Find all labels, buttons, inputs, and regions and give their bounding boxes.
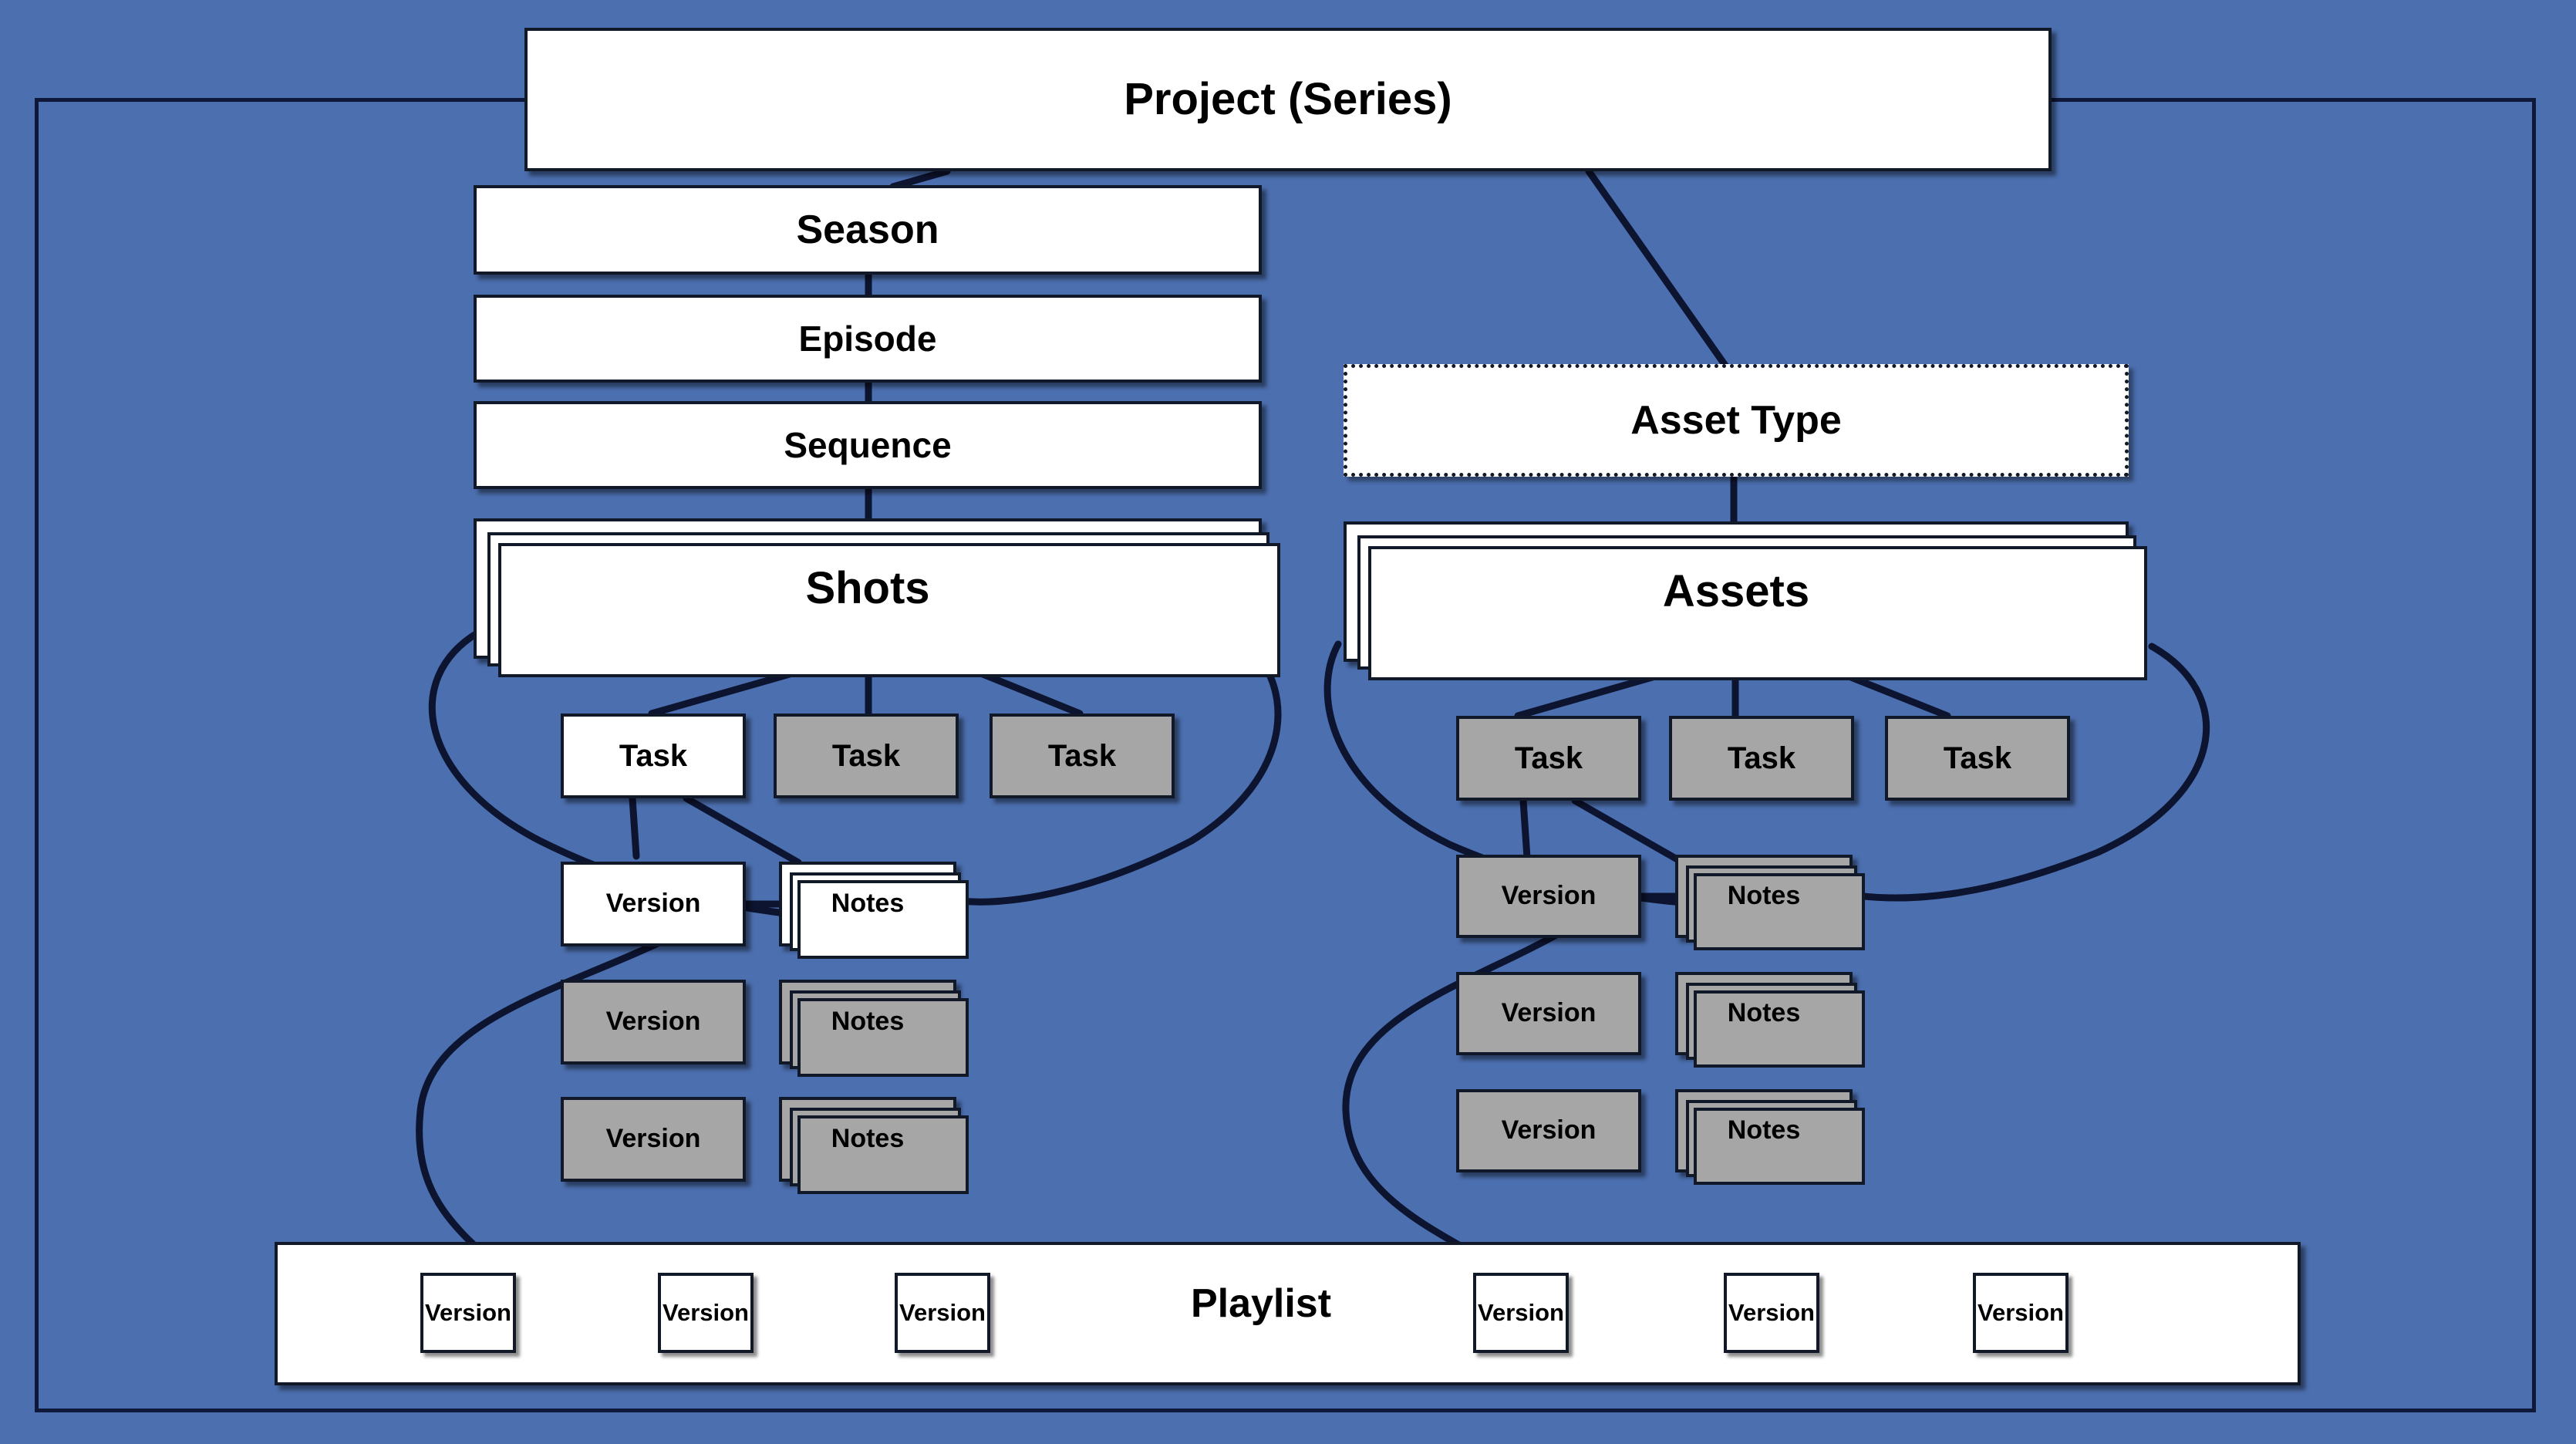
playlist-version-left-2[interactable]: Version: [658, 1273, 754, 1353]
node-assets-notes-3[interactable]: Notes: [1675, 1089, 1853, 1172]
node-shots-notes-1[interactable]: Notes: [779, 862, 956, 946]
edge-version-playlist-left: [416, 906, 721, 1280]
edge-task-version-right: [1519, 797, 1531, 862]
node-project[interactable]: Project (Series): [524, 28, 2052, 171]
diagram-canvas: Project (Series) Season Episode Sequence…: [0, 0, 2576, 1444]
edge-task-notes-left: [683, 795, 802, 866]
node-episode[interactable]: Episode: [474, 295, 1262, 383]
node-assets-task-2[interactable]: Task: [1669, 716, 1854, 801]
node-assets-task-3[interactable]: Task: [1885, 716, 2070, 801]
playlist-version-left-3[interactable]: Version: [895, 1273, 990, 1353]
edge-project-season: [889, 167, 951, 191]
node-sequence[interactable]: Sequence: [474, 401, 1262, 489]
node-shots-notes-3[interactable]: Notes: [779, 1097, 956, 1182]
node-asset-type[interactable]: Asset Type: [1344, 364, 2129, 477]
node-shots-version-3[interactable]: Version: [561, 1097, 746, 1182]
outer-frame-border: [35, 98, 2536, 1412]
connector-lines: [416, 167, 2210, 1280]
node-assets-notes-2[interactable]: Notes: [1675, 972, 1853, 1055]
node-assets-version-1[interactable]: Version: [1456, 855, 1641, 938]
edge-project-assettype: [1585, 167, 1731, 373]
playlist-version-right-3[interactable]: Version: [1973, 1273, 2069, 1353]
node-shots-task-1[interactable]: Task: [561, 714, 746, 798]
node-season[interactable]: Season: [474, 185, 1262, 275]
node-assets-version-3[interactable]: Version: [1456, 1089, 1641, 1172]
node-assets[interactable]: Assets: [1344, 521, 2129, 662]
node-shots-version-1[interactable]: Version: [561, 862, 746, 946]
edge-task-version-left: [629, 795, 640, 860]
node-shots-task-3[interactable]: Task: [990, 714, 1175, 798]
node-shots-task-2[interactable]: Task: [774, 714, 959, 798]
node-shots[interactable]: Shots: [474, 518, 1262, 659]
playlist-label: Playlist: [1190, 1281, 1332, 1326]
node-assets-version-2[interactable]: Version: [1456, 972, 1641, 1055]
node-shots-version-2[interactable]: Version: [561, 980, 746, 1064]
node-assets-task-1[interactable]: Task: [1456, 716, 1641, 801]
node-assets-notes-1[interactable]: Notes: [1675, 855, 1853, 938]
playlist-version-right-1[interactable]: Version: [1473, 1273, 1569, 1353]
playlist-version-left-1[interactable]: Version: [420, 1273, 516, 1353]
playlist-version-right-2[interactable]: Version: [1724, 1273, 1819, 1353]
node-shots-notes-2[interactable]: Notes: [779, 980, 956, 1064]
